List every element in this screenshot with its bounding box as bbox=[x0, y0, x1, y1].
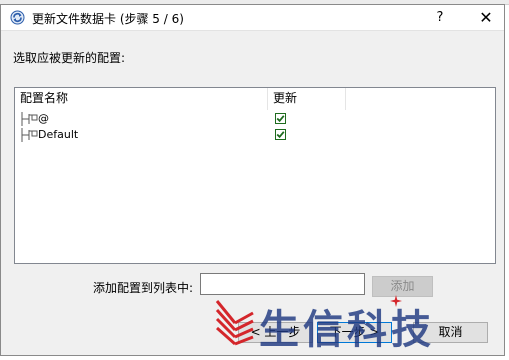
help-button[interactable]: ? bbox=[425, 5, 455, 30]
list-item[interactable]: @ bbox=[15, 111, 495, 127]
previous-step-button[interactable]: < 上一步 bbox=[238, 322, 313, 343]
update-checkbox[interactable] bbox=[275, 129, 286, 140]
config-name: Default bbox=[38, 128, 79, 141]
list-header: 配置名称 更新 bbox=[15, 88, 495, 110]
update-checkbox[interactable] bbox=[275, 113, 286, 124]
next-step-button[interactable]: 下一步 > bbox=[317, 322, 392, 343]
add-button[interactable]: 添加 bbox=[372, 276, 433, 297]
config-name: @ bbox=[38, 112, 49, 125]
cancel-button[interactable]: 取消 bbox=[413, 322, 488, 343]
title-bar: 更新文件数据卡 (步骤 5 / 6) ? ✕ bbox=[1, 5, 504, 31]
configuration-tree-icon bbox=[21, 112, 38, 126]
configuration-list[interactable]: 配置名称 更新 @ Default bbox=[14, 87, 496, 264]
checkmark-icon bbox=[276, 115, 285, 123]
instruction-label: 选取应被更新的配置: bbox=[13, 51, 126, 65]
configuration-tree-icon bbox=[21, 128, 38, 142]
window-title: 更新文件数据卡 (步骤 5 / 6) bbox=[32, 12, 184, 26]
checkmark-icon bbox=[276, 131, 285, 139]
dialog-window: 更新文件数据卡 (步骤 5 / 6) ? ✕ 选取应被更新的配置: 配置名称 更… bbox=[0, 4, 505, 356]
column-header-config-name[interactable]: 配置名称 bbox=[15, 88, 268, 110]
column-header-update[interactable]: 更新 bbox=[268, 88, 346, 110]
refresh-app-icon bbox=[10, 10, 25, 25]
add-config-label: 添加配置到列表中: bbox=[93, 281, 194, 295]
list-item[interactable]: Default bbox=[15, 127, 495, 143]
close-button[interactable]: ✕ bbox=[471, 5, 501, 30]
add-config-input[interactable] bbox=[200, 273, 365, 295]
